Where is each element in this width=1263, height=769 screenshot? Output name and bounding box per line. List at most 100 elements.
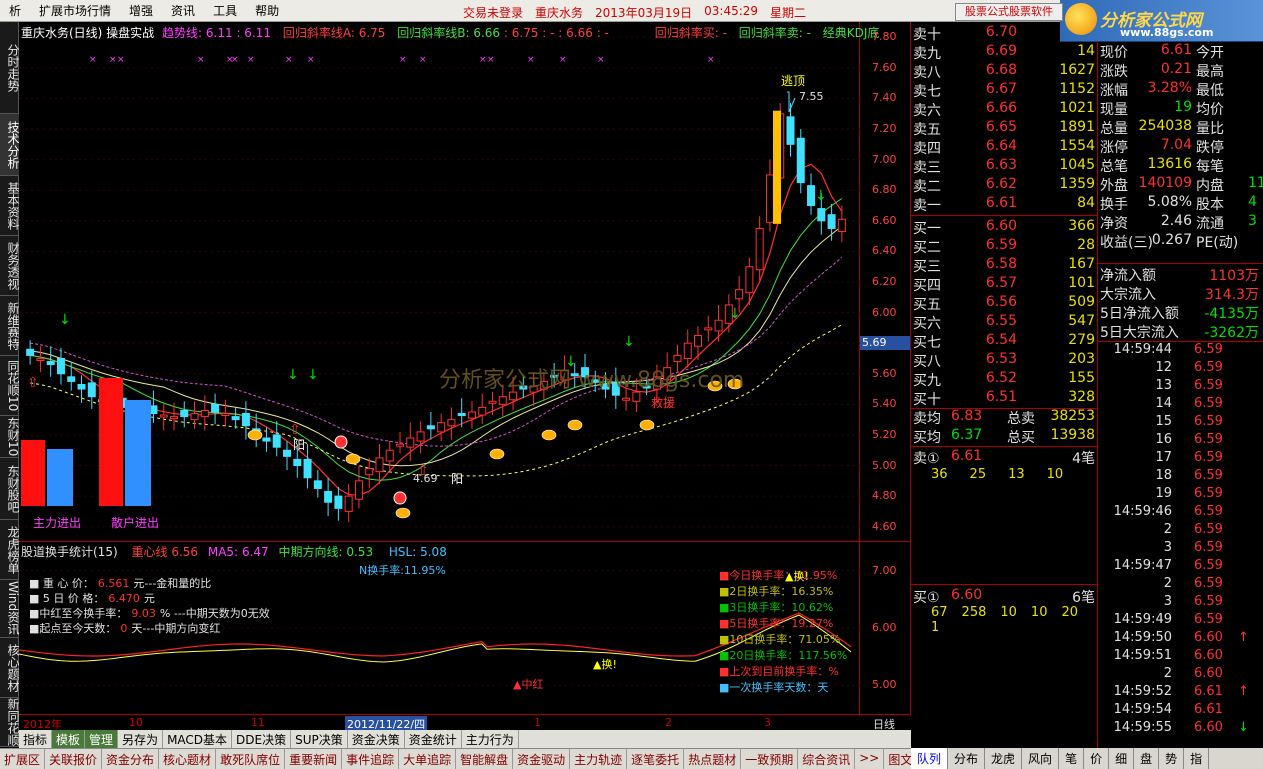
kline-chart[interactable]: × × × × × × × × × × × × × × × × × ↓ ↓ ↓ ↓ ↓ ↓ ↓ ⇧ ⇧ ⇧ 重庆水务(日线) 操盘实… <box>19 22 879 542</box>
right-tab-1[interactable]: 分布 <box>948 748 986 769</box>
candle-body <box>169 416 178 420</box>
indicator-left-value: 6.561 <box>97 577 130 590</box>
logo: 分析家公式网 www.88gs.com <box>1060 0 1263 42</box>
ext-tab-12[interactable]: 热点题材 <box>684 749 742 769</box>
candle-body <box>365 468 374 476</box>
ext-tab-0[interactable]: 扩展区 <box>0 749 46 769</box>
yang-label-2: 阳 <box>451 472 464 486</box>
ext-tab-5[interactable]: 重要新闻 <box>285 749 343 769</box>
right-tab-2[interactable]: 龙虎 <box>985 748 1023 769</box>
avg-buy-value: 6.37 <box>951 427 983 443</box>
quote-label2: 跌停 <box>1196 140 1224 156</box>
date-label-2: 11 <box>251 716 265 729</box>
indicator-right-label: ■5日换手率： <box>719 617 792 630</box>
software-button[interactable]: 股票公式股票软件 <box>955 3 1063 21</box>
ext-tab-15[interactable]: >> <box>855 749 885 769</box>
ext-tab-1[interactable]: 关联报价 <box>45 749 103 769</box>
tab-tonghuashun[interactable]: 同花顺10 <box>0 356 20 416</box>
tick-price: 6.60 <box>1194 648 1223 663</box>
price-tick-label: 7.40 <box>872 91 897 105</box>
tick-row: 14 6.59 <box>1098 396 1263 414</box>
menu-item-help[interactable]: 帮助 <box>246 2 288 19</box>
tab-fund-decision[interactable]: 资金决策 <box>348 730 405 748</box>
tab-manage[interactable]: 管理 <box>85 730 119 748</box>
tab-fund-stats[interactable]: 资金统计 <box>405 730 462 748</box>
gold-ingot-icon <box>395 507 411 519</box>
yang-label-1: 阳 <box>293 438 306 452</box>
right-tab-7[interactable]: 盘 <box>1134 748 1160 769</box>
right-tab-3[interactable]: 风向 <box>1022 748 1060 769</box>
tab-new-ths[interactable]: 新同花顺 <box>0 698 20 747</box>
right-tab-8[interactable]: 势 <box>1159 748 1185 769</box>
tab-core-topic[interactable]: 核心题材 <box>0 638 20 698</box>
tick-price: 6.59 <box>1194 612 1223 627</box>
green-down-arrow-icon: ↓ <box>307 367 319 383</box>
tab-wind[interactable]: Wind资讯 <box>0 580 20 638</box>
turnover-indicator-panel[interactable]: 股道换手统计(15) 重心线 6.56 MA5: 6.47 中期方向线: 0.5… <box>19 542 860 714</box>
tick-time: 15 <box>1155 414 1172 429</box>
ext-tab-9[interactable]: 资金驱动 <box>513 749 571 769</box>
ext-tab-13[interactable]: 一致预期 <box>741 749 799 769</box>
bid-row: 买十 6.51 328 <box>911 389 1098 408</box>
candle-body <box>344 495 353 512</box>
tab-financial[interactable]: 财务透视 <box>0 236 20 296</box>
ext-tab-2[interactable]: 资金分布 <box>102 749 160 769</box>
right-tab-5[interactable]: 价 <box>1084 748 1110 769</box>
menu-item-analysis[interactable]: 析 <box>0 2 30 19</box>
ext-tab-8[interactable]: 智能解盘 <box>456 749 514 769</box>
right-tab-6[interactable]: 细 <box>1109 748 1135 769</box>
menu-item-enhance[interactable]: 增强 <box>120 2 162 19</box>
tab-sup[interactable]: SUP决策 <box>291 730 348 748</box>
tab-dde[interactable]: DDE决策 <box>232 730 292 748</box>
bid-volume: 279 <box>1068 332 1095 348</box>
tab-save-as[interactable]: 另存为 <box>118 730 164 748</box>
candle-body <box>46 361 55 366</box>
avg-buy-label2: 总买 <box>1007 430 1035 446</box>
ext-tab-11[interactable]: 逐笔委托 <box>627 749 685 769</box>
right-tab-0[interactable]: 队列 <box>911 748 949 769</box>
bid-row: 买八 6.53 203 <box>911 351 1098 370</box>
kline-svg[interactable]: × × × × ×× × × × × × × × × × × ×↓↓ ↓↓↓↓↓⇧⇧⇧ <box>19 22 860 542</box>
top-x-marker: × <box>285 55 293 65</box>
bid-price: 6.57 <box>985 275 1017 291</box>
ext-tab-10[interactable]: 主力轨迹 <box>570 749 628 769</box>
ext-tab-6[interactable]: 事件追踪 <box>342 749 400 769</box>
right-tab-9[interactable]: 指 <box>1184 748 1210 769</box>
bid-price: 6.56 <box>985 294 1017 310</box>
chart-title: 重庆水务(日线) 操盘实战 <box>21 26 155 40</box>
red-up-arrow-icon: ⇧ <box>27 375 39 391</box>
time-text: 03:45:29 <box>704 4 759 18</box>
trend-line-v2: 6.11 <box>244 26 272 40</box>
menu-item-news[interactable]: 资讯 <box>162 2 204 19</box>
tab-basic-info[interactable]: 基本资料 <box>0 176 20 236</box>
menu-item-tools[interactable]: 工具 <box>204 2 246 19</box>
bid-price: 6.59 <box>985 237 1017 253</box>
tab-intraday[interactable]: 分时走势 <box>0 22 20 114</box>
book-separator <box>911 446 1098 447</box>
tab-dongcai[interactable]: 东财10 <box>0 416 20 458</box>
tab-template[interactable]: 模板 <box>52 730 86 748</box>
ext-tab-3[interactable]: 核心题材 <box>159 749 217 769</box>
price-tick-label: 7.00 <box>872 152 897 166</box>
bid-row: 买九 6.52 155 <box>911 370 1098 389</box>
tab-main-behavior[interactable]: 主力行为 <box>462 730 519 748</box>
tick-row: 14:59:46 6.59 <box>1098 504 1263 522</box>
tab-technical[interactable]: 技术分析 <box>0 114 20 176</box>
tab-macd[interactable]: MACD基本 <box>163 730 233 748</box>
candle-body <box>87 382 96 398</box>
tab-dragon-tiger[interactable]: 龙虎榜单 <box>0 520 20 580</box>
menu-item-extended-market[interactable]: 扩展市场行情 <box>30 2 120 19</box>
tab-xinweisaite[interactable]: 新维赛特 <box>0 296 20 356</box>
bid-volume: 101 <box>1068 275 1095 291</box>
ask-row: 卖一 6.61 84 <box>911 195 1098 214</box>
ext-tab-14[interactable]: 综合资讯 <box>798 749 856 769</box>
flow-row: 5日净流入额 -4135万 <box>1098 303 1263 322</box>
quote-row: 外盘 140109 内盘 11 <box>1098 175 1263 194</box>
tab-indicator[interactable]: 指标 <box>19 730 53 748</box>
price-tick-label: 5.20 <box>872 427 897 441</box>
tick-price: 6.59 <box>1194 396 1223 411</box>
ext-tab-7[interactable]: 大单追踪 <box>399 749 457 769</box>
ext-tab-4[interactable]: 敢死队席位 <box>216 749 286 769</box>
tab-dongcai-guba[interactable]: 东财股吧 <box>0 458 20 520</box>
right-tab-4[interactable]: 笔 <box>1059 748 1085 769</box>
